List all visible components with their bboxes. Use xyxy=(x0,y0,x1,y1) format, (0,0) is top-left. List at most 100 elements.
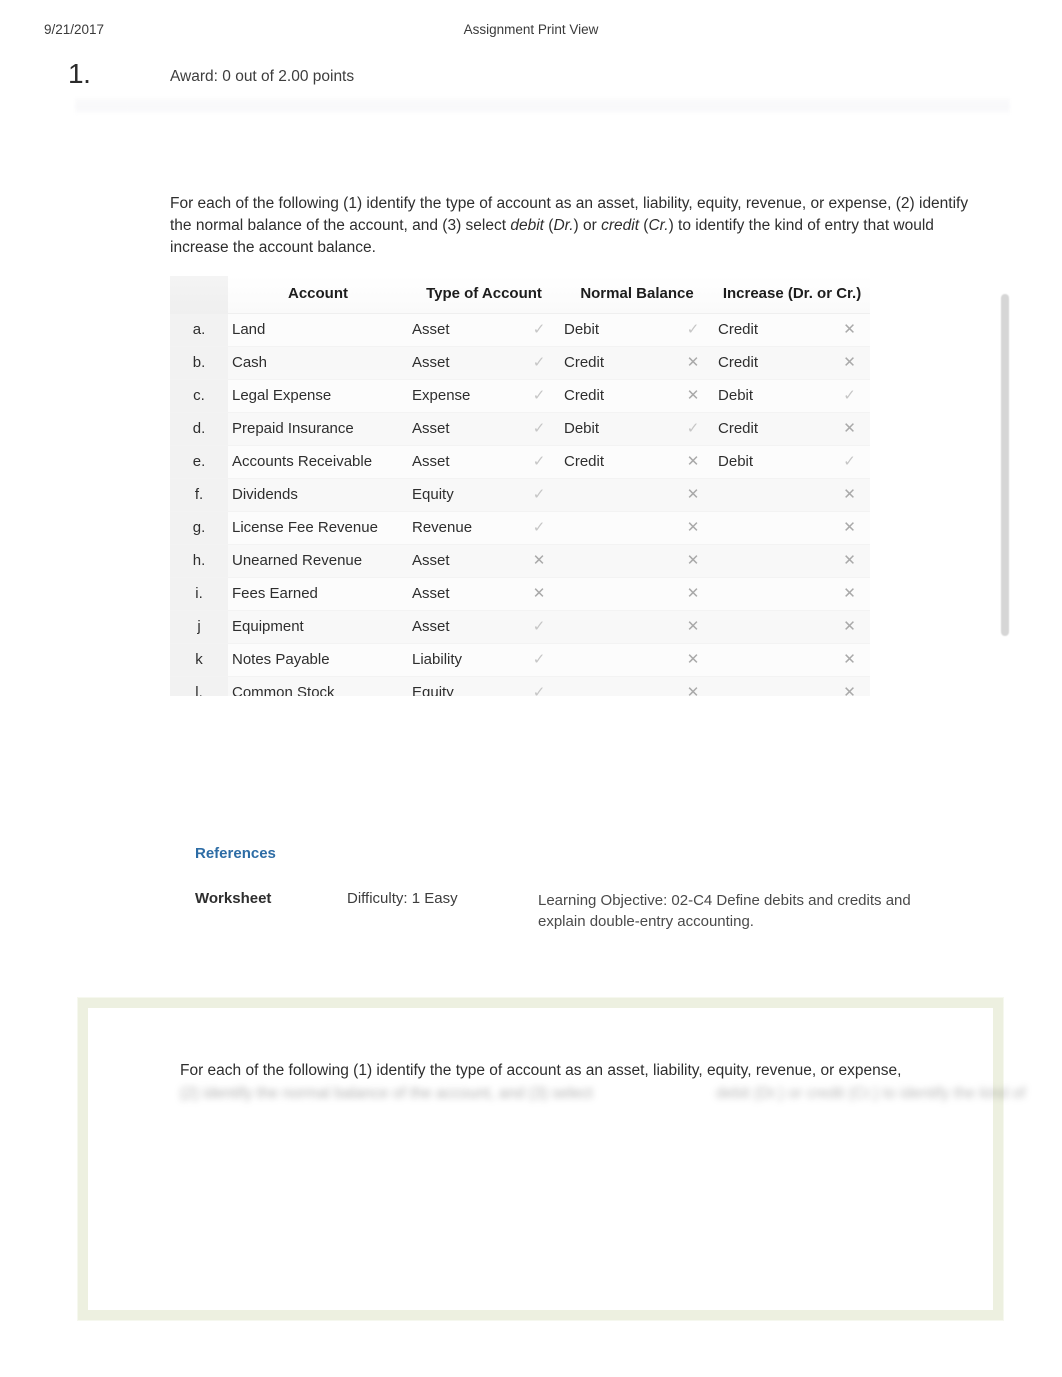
increase-cell[interactable] xyxy=(714,676,830,696)
type-of-account-cell[interactable]: Asset xyxy=(408,577,518,611)
type-of-account-mark: ✓ xyxy=(518,610,560,644)
account-name-cell: Fees Earned xyxy=(228,577,408,611)
instructions-paren-2: ) or xyxy=(573,217,602,234)
cross-icon: ✕ xyxy=(532,552,546,569)
check-icon: ✓ xyxy=(843,387,856,404)
normal-balance-mark: ✕ xyxy=(672,511,715,545)
account-name-cell: Land xyxy=(228,313,408,347)
check-icon: ✓ xyxy=(686,321,700,338)
answer-table-widget: Account Type of Account Normal Balance I… xyxy=(170,276,1010,1182)
check-icon: ✓ xyxy=(532,651,546,668)
row-letter: f. xyxy=(170,478,228,512)
increase-cell[interactable]: Credit xyxy=(714,346,830,380)
question-divider-bar xyxy=(75,98,1010,115)
normal-balance-cell[interactable] xyxy=(560,478,672,512)
table-header-row: Account Type of Account Normal Balance I… xyxy=(170,276,871,314)
increase-cell[interactable] xyxy=(714,577,830,611)
table-row: c. Legal Expense Expense ✓ Credit ✕ Debit ✓ xyxy=(170,379,871,413)
check-icon: ✓ xyxy=(532,387,546,404)
normal-balance-mark: ✕ xyxy=(672,643,715,677)
reference-difficulty-label: Difficulty: 1 Easy xyxy=(347,890,458,907)
explanation-text: For each of the following (1) identify t… xyxy=(180,1062,902,1079)
type-of-account-mark: ✕ xyxy=(518,544,560,578)
increase-cell[interactable]: Debit xyxy=(714,379,830,413)
column-header-normal-balance: Normal Balance xyxy=(560,276,715,314)
increase-mark: ✕ xyxy=(829,676,871,696)
increase-cell[interactable] xyxy=(714,610,830,644)
type-of-account-mark: ✓ xyxy=(518,478,560,512)
cross-icon: ✕ xyxy=(686,552,700,569)
check-icon: ✓ xyxy=(686,420,700,437)
type-of-account-cell[interactable]: Liability xyxy=(408,643,518,677)
normal-balance-cell[interactable]: Debit xyxy=(560,313,672,347)
increase-cell[interactable] xyxy=(714,643,830,677)
column-header-blank xyxy=(170,276,228,314)
increase-cell[interactable] xyxy=(714,478,830,512)
normal-balance-mark: ✕ xyxy=(672,544,715,578)
type-of-account-mark: ✓ xyxy=(518,511,560,545)
instructions-em-debit: debit xyxy=(510,217,544,234)
type-of-account-cell[interactable]: Asset xyxy=(408,445,518,479)
account-name-cell: Prepaid Insurance xyxy=(228,412,408,446)
check-icon: ✓ xyxy=(843,453,856,470)
normal-balance-cell[interactable] xyxy=(560,544,672,578)
type-of-account-cell[interactable]: Asset xyxy=(408,346,518,380)
normal-balance-cell[interactable]: Debit xyxy=(560,412,672,446)
row-letter: g. xyxy=(170,511,228,545)
type-of-account-cell[interactable]: Revenue xyxy=(408,511,518,545)
increase-cell[interactable]: Credit xyxy=(714,412,830,446)
check-icon: ✓ xyxy=(532,486,546,503)
normal-balance-cell[interactable]: Credit xyxy=(560,379,672,413)
type-of-account-cell[interactable]: Equity xyxy=(408,478,518,512)
normal-balance-cell[interactable]: Credit xyxy=(560,445,672,479)
table-row: l. Common Stock Equity ✓ ✕ ✕ xyxy=(170,676,871,696)
account-name-cell: License Fee Revenue xyxy=(228,511,408,545)
table-row: k Notes Payable Liability ✓ ✕ ✕ xyxy=(170,643,871,677)
normal-balance-mark: ✕ xyxy=(672,445,715,479)
cross-icon: ✕ xyxy=(843,354,856,371)
increase-mark: ✓ xyxy=(829,445,871,479)
increase-cell[interactable]: Debit xyxy=(714,445,830,479)
type-of-account-mark: ✓ xyxy=(518,445,560,479)
column-header-type-of-account: Type of Account xyxy=(408,276,560,314)
explanation-text-obscured-right: debit (Dr.) or credit (Cr.) to identify … xyxy=(716,1085,1026,1102)
table-vertical-scrollbar[interactable] xyxy=(1000,290,1010,645)
type-of-account-cell[interactable]: Asset xyxy=(408,412,518,446)
references-heading[interactable]: References xyxy=(195,845,276,862)
normal-balance-cell[interactable] xyxy=(560,643,672,677)
table-row: a. Land Asset ✓ Debit ✓ Credit ✕ xyxy=(170,313,871,347)
table-vertical-scrollbar-thumb[interactable] xyxy=(1001,294,1009,636)
table-row: e. Accounts Receivable Asset ✓ Credit ✕ Debit ✓ xyxy=(170,445,871,479)
type-of-account-cell[interactable]: Asset xyxy=(408,313,518,347)
normal-balance-cell[interactable] xyxy=(560,676,672,696)
increase-mark: ✕ xyxy=(829,544,871,578)
normal-balance-cell[interactable] xyxy=(560,577,672,611)
cross-icon: ✕ xyxy=(686,387,700,404)
normal-balance-mark: ✕ xyxy=(672,379,715,413)
print-view-title: Assignment Print View xyxy=(463,22,599,37)
increase-cell[interactable] xyxy=(714,511,830,545)
table-row: i. Fees Earned Asset ✕ ✕ ✕ xyxy=(170,577,871,611)
type-of-account-cell[interactable]: Asset xyxy=(408,544,518,578)
award-points-label: Award: 0 out of 2.00 points xyxy=(170,68,355,85)
normal-balance-mark: ✕ xyxy=(672,610,715,644)
type-of-account-cell[interactable]: Asset xyxy=(408,610,518,644)
type-of-account-mark: ✓ xyxy=(518,313,560,347)
increase-cell[interactable] xyxy=(714,544,830,578)
normal-balance-cell[interactable] xyxy=(560,511,672,545)
normal-balance-cell[interactable] xyxy=(560,610,672,644)
increase-mark: ✕ xyxy=(829,346,871,380)
table-row: j Equipment Asset ✓ ✕ ✕ xyxy=(170,610,871,644)
normal-balance-cell[interactable]: Credit xyxy=(560,346,672,380)
cross-icon: ✕ xyxy=(686,651,700,668)
cross-icon: ✕ xyxy=(686,486,700,503)
check-icon: ✓ xyxy=(532,420,546,437)
increase-mark: ✕ xyxy=(829,412,871,446)
explanation-panel: For each of the following (1) identify t… xyxy=(78,998,1025,1320)
explanation-text-obscured-left: (2) identify the normal balance of the a… xyxy=(180,1085,593,1102)
answer-table-scroll-area[interactable]: Account Type of Account Normal Balance I… xyxy=(170,276,1000,696)
type-of-account-cell[interactable]: Expense xyxy=(408,379,518,413)
type-of-account-cell[interactable]: Equity xyxy=(408,676,518,696)
increase-cell[interactable]: Credit xyxy=(714,313,830,347)
check-icon: ✓ xyxy=(532,684,546,696)
